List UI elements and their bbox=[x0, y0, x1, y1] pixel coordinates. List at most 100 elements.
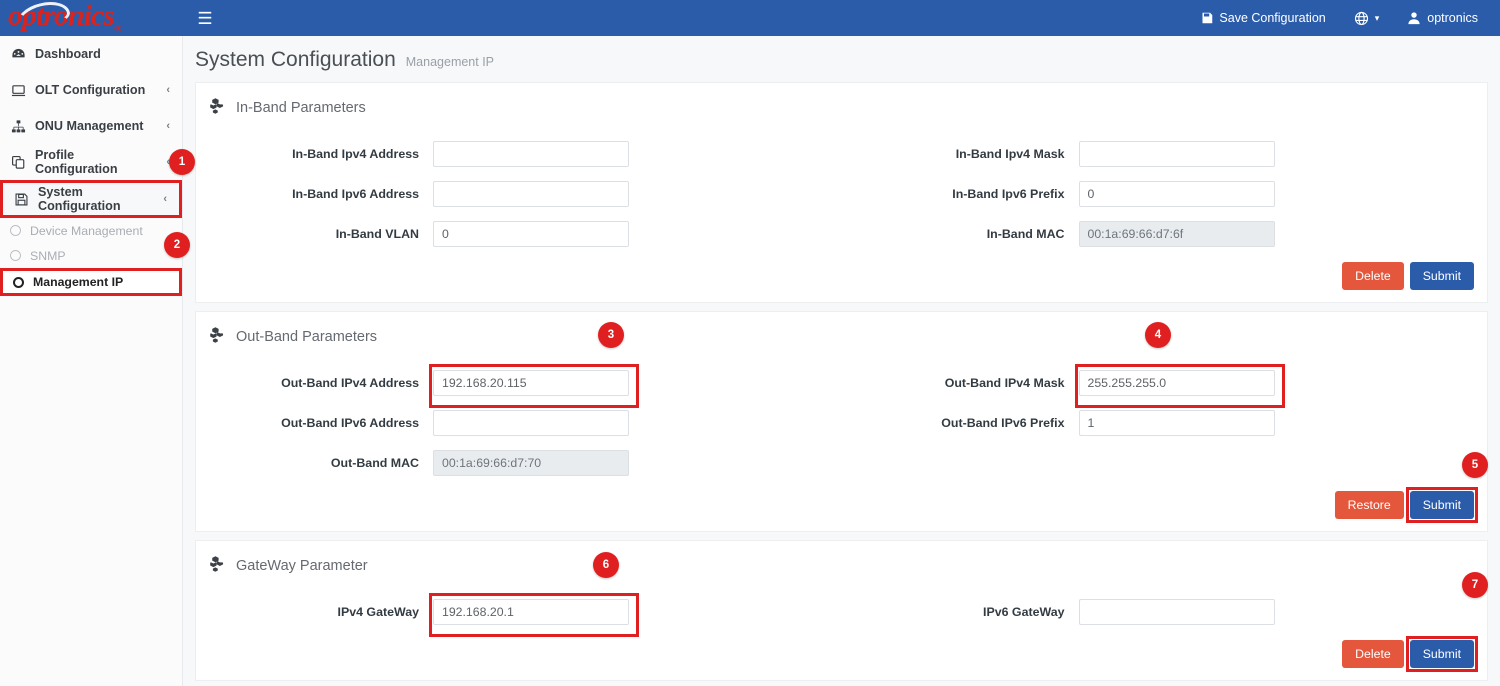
language-selector[interactable]: ▾ bbox=[1340, 0, 1394, 36]
chevron-down-icon: ▾ bbox=[1375, 13, 1380, 24]
input-out-band-ipv6-prefix[interactable] bbox=[1079, 410, 1275, 436]
field-label-ipv6-gateway: IPv6 GateWay bbox=[842, 605, 1079, 619]
annotation-badge-6: 6 bbox=[593, 552, 619, 578]
sidebar-item-label: Profile Configuration bbox=[35, 148, 157, 176]
chevron-left-icon: ‹ bbox=[163, 193, 167, 205]
section-panel-in-band-parameters: In-Band Parameters In-Band Ipv4 AddressI… bbox=[195, 82, 1488, 303]
button-wrapper-submit: Submit bbox=[1410, 262, 1474, 290]
field-row: Out-Band IPv6 Address Out-Band IPv6 Prefi… bbox=[196, 403, 1487, 443]
main-content: System Configuration Management IP ForoI… bbox=[183, 36, 1500, 686]
user-name-label: optronics bbox=[1427, 11, 1478, 25]
input-out-band-ipv4-mask[interactable] bbox=[1079, 370, 1275, 396]
sidebar-subitem-device-management[interactable]: Device Management bbox=[0, 218, 182, 243]
sidebar-item-onu-management[interactable]: ONU Management ‹ bbox=[0, 108, 182, 144]
circle-icon bbox=[13, 277, 24, 288]
submit-button[interactable]: Submit bbox=[1410, 491, 1474, 519]
section-buttons: DeleteSubmit bbox=[196, 262, 1487, 290]
field-label-out-band-ipv6-address: Out-Band IPv6 Address bbox=[196, 416, 433, 430]
annotation-badge-5: 5 bbox=[1462, 452, 1488, 478]
field-wrapper-out-band-mac bbox=[433, 450, 629, 476]
input-in-band-vlan[interactable] bbox=[433, 221, 629, 247]
section-rows: Out-Band IPv4 AddressOut-Band IPv4 MaskO… bbox=[196, 363, 1487, 483]
section-panel-gateway-parameter: GateWay Parameter IPv4 GateWay IPv6 GateW… bbox=[195, 540, 1488, 681]
chevron-left-icon: ‹ bbox=[166, 84, 170, 96]
field-wrapper-ipv6-gateway bbox=[1079, 599, 1275, 625]
input-ipv4-gateway[interactable] bbox=[433, 599, 629, 625]
save-configuration-button[interactable]: Save Configuration bbox=[1187, 0, 1339, 36]
input-in-band-ipv6-address[interactable] bbox=[433, 181, 629, 207]
field-label-in-band-vlan: In-Band VLAN bbox=[196, 227, 433, 241]
restore-button[interactable]: Restore bbox=[1335, 491, 1404, 519]
annotation-badge-1: 1 bbox=[169, 149, 195, 175]
annotation-badge-3: 3 bbox=[598, 322, 624, 348]
input-out-band-ipv4-address[interactable] bbox=[433, 370, 629, 396]
field-label-out-band-ipv4-mask: Out-Band IPv4 Mask bbox=[842, 376, 1079, 390]
input-in-band-ipv4-mask[interactable] bbox=[1079, 141, 1275, 167]
sidebar-nav: Dashboard OLT Configuration ‹ ONU Manage… bbox=[0, 36, 183, 686]
sidebar-item-profile-configuration[interactable]: Profile Configuration ‹ bbox=[0, 144, 182, 180]
section-title-row: In-Band Parameters bbox=[196, 93, 1487, 122]
field-label-out-band-ipv4-address: Out-Band IPv4 Address bbox=[196, 376, 433, 390]
user-icon bbox=[1407, 11, 1421, 25]
section-title-row: Out-Band Parameters bbox=[196, 322, 1487, 351]
field-label-out-band-ipv6-prefix: Out-Band IPv6 Prefix bbox=[842, 416, 1079, 430]
field-wrapper-in-band-ipv6-address bbox=[433, 181, 629, 207]
field-row: Out-Band IPv4 Address Out-Band IPv4 Mask bbox=[196, 363, 1487, 403]
section-rows: IPv4 GateWay IPv6 GateWay bbox=[196, 592, 1487, 632]
button-wrapper-submit: Submit bbox=[1410, 491, 1474, 519]
monitor-icon bbox=[10, 83, 26, 98]
sidebar-subitem-management-ip[interactable]: Management IP bbox=[0, 268, 182, 296]
sidebar-item-label: ONU Management bbox=[35, 119, 143, 133]
dashboard-icon bbox=[10, 47, 26, 62]
field-row: In-Band Ipv4 Address In-Band Ipv4 Mask bbox=[196, 134, 1487, 174]
button-wrapper-submit: Submit bbox=[1410, 640, 1474, 668]
sidebar-item-dashboard[interactable]: Dashboard bbox=[0, 36, 182, 72]
section-buttons: RestoreSubmit bbox=[196, 491, 1487, 519]
submit-button[interactable]: Submit bbox=[1410, 640, 1474, 668]
submit-button[interactable]: Submit bbox=[1410, 262, 1474, 290]
input-in-band-ipv6-prefix[interactable] bbox=[1079, 181, 1275, 207]
delete-button[interactable]: Delete bbox=[1342, 262, 1404, 290]
annotation-badge-2: 2 bbox=[164, 232, 190, 258]
delete-button[interactable]: Delete bbox=[1342, 640, 1404, 668]
field-label-in-band-ipv4-mask: In-Band Ipv4 Mask bbox=[842, 147, 1079, 161]
input-ipv6-gateway[interactable] bbox=[1079, 599, 1275, 625]
field-label-ipv4-gateway: IPv4 GateWay bbox=[196, 605, 433, 619]
sidebar-item-system-configuration[interactable]: System Configuration ‹ bbox=[0, 180, 182, 218]
top-header-bar: optronics® ☰ Save Configuration ▾ optron… bbox=[0, 0, 1500, 36]
field-wrapper-out-band-ipv6-prefix bbox=[1079, 410, 1275, 436]
field-wrapper-out-band-ipv6-address bbox=[433, 410, 629, 436]
field-wrapper-in-band-mac bbox=[1079, 221, 1275, 247]
sidebar-subitem-label: Management IP bbox=[33, 275, 123, 289]
hamburger-icon[interactable]: ☰ bbox=[193, 10, 217, 27]
sidebar-subitem-label: Device Management bbox=[30, 224, 143, 238]
section-panel-out-band-parameters: Out-Band Parameters Out-Band IPv4 Addres… bbox=[195, 311, 1488, 532]
page-header: System Configuration Management IP bbox=[183, 36, 1500, 82]
brand-logo-area[interactable]: optronics® bbox=[0, 0, 183, 36]
input-in-band-mac bbox=[1079, 221, 1275, 247]
section-title: GateWay Parameter bbox=[236, 558, 368, 574]
field-label-in-band-ipv6-prefix: In-Band Ipv6 Prefix bbox=[842, 187, 1079, 201]
sidebar-item-label: System Configuration bbox=[38, 185, 154, 213]
field-wrapper-ipv4-gateway bbox=[433, 599, 629, 625]
button-wrapper-delete: Delete bbox=[1342, 262, 1404, 290]
annotation-badge-4: 4 bbox=[1145, 322, 1171, 348]
field-wrapper-in-band-vlan bbox=[433, 221, 629, 247]
save-configuration-label: Save Configuration bbox=[1219, 11, 1325, 25]
user-menu[interactable]: optronics bbox=[1393, 0, 1500, 36]
sidebar-subitem-snmp[interactable]: SNMP bbox=[0, 243, 182, 268]
globe-icon bbox=[1354, 11, 1369, 26]
field-wrapper-in-band-ipv6-prefix bbox=[1079, 181, 1275, 207]
input-in-band-ipv4-address[interactable] bbox=[433, 141, 629, 167]
field-label-in-band-ipv4-address: In-Band Ipv4 Address bbox=[196, 147, 433, 161]
field-wrapper-out-band-ipv4-mask bbox=[1079, 370, 1275, 396]
section-buttons: DeleteSubmit bbox=[196, 640, 1487, 668]
input-out-band-ipv6-address[interactable] bbox=[433, 410, 629, 436]
sidebar-item-label: OLT Configuration bbox=[35, 83, 145, 97]
sidebar-item-olt-configuration[interactable]: OLT Configuration ‹ bbox=[0, 72, 182, 108]
field-row: Out-Band MAC bbox=[196, 443, 1487, 483]
page-title: System Configuration bbox=[195, 48, 396, 72]
cubes-icon bbox=[210, 326, 227, 347]
sitemap-icon bbox=[10, 119, 26, 134]
annotation-badge-7: 7 bbox=[1462, 572, 1488, 598]
